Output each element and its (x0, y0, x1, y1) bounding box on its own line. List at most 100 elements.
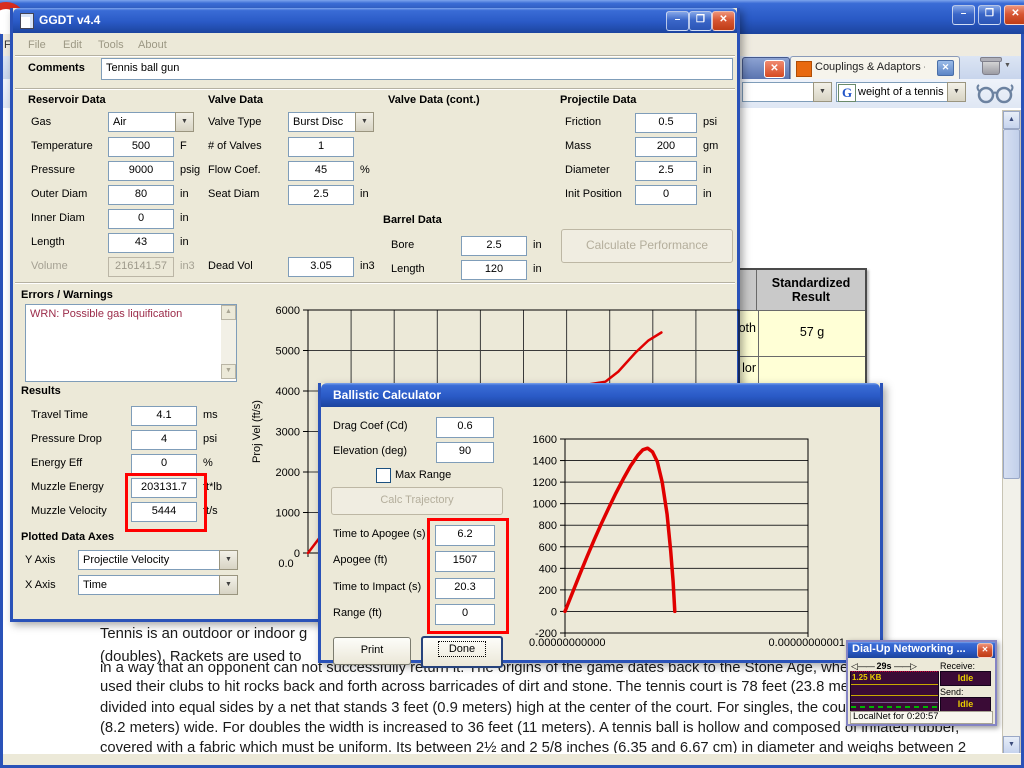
tab-close-icon[interactable]: ✕ (764, 60, 785, 78)
inner-diam-input[interactable]: 0 (108, 209, 174, 229)
address-value[interactable] (742, 82, 813, 102)
tab-close-icon[interactable]: ✕ (937, 60, 954, 76)
address-combobox[interactable]: ▼ (742, 82, 832, 102)
tab-background-fragment[interactable]: ✕ (742, 57, 790, 80)
energy-eff-unit: % (203, 457, 213, 469)
chevron-down-icon[interactable]: ▼ (219, 550, 238, 570)
pressure-drop-label: Pressure Drop (31, 433, 102, 445)
warning-message: WRN: Possible gas liquification (26, 305, 236, 320)
section-projectile-data: Projectile Data (560, 94, 636, 106)
elevation-input[interactable]: 90 (436, 442, 494, 463)
seat-diam-input[interactable]: 2.5 (288, 185, 354, 205)
menu-file[interactable]: File (28, 39, 46, 51)
ballistic-calculator-dialog: Ballistic Calculator Drag Coef (Cd) 0.6 … (318, 383, 883, 663)
browser-restore-button[interactable]: ❐ (978, 5, 1001, 25)
valve-type-value[interactable]: Burst Disc (288, 112, 355, 132)
calc-trajectory-button[interactable]: Calc Trajectory (331, 487, 503, 515)
mass-unit: gm (703, 140, 718, 152)
ggdt-minimize-button[interactable]: – (666, 11, 689, 31)
calculate-performance-button[interactable]: Calculate Performance (561, 229, 733, 263)
temperature-label: Temperature (31, 140, 93, 152)
dead-vol-input[interactable]: 3.05 (288, 257, 354, 277)
page-scrollbar[interactable]: ▲ ▼ (1002, 110, 1021, 755)
friction-unit: psi (703, 116, 717, 128)
time-scale-value: 29s (876, 661, 891, 671)
gas-combobox[interactable]: Air ▼ (108, 112, 194, 132)
drag-coef-label: Drag Coef (Cd) (333, 420, 408, 432)
flow-coef-input[interactable]: 45 (288, 161, 354, 181)
diameter-input[interactable]: 2.5 (635, 161, 697, 181)
gas-label: Gas (31, 116, 51, 128)
section-reservoir-data: Reservoir Data (28, 94, 106, 106)
range-label: Range (ft) (333, 607, 382, 619)
listbox-scrollbar[interactable]: ▲ ▼ (221, 305, 236, 379)
article-line: divided into equal sides by a net that s… (100, 700, 919, 716)
dialup-titlebar[interactable]: Dial-Up Networking ... ✕ (848, 642, 995, 658)
pressure-input[interactable]: 9000 (108, 161, 174, 181)
flow-coef-label: Flow Coef. (208, 164, 261, 176)
tab-active[interactable]: Couplings & Adaptors - P... ✕ (790, 56, 960, 79)
article-line: Tennis is an outdoor or indoor g (100, 626, 307, 642)
arrow-right-icon[interactable]: ▷ (910, 661, 917, 671)
trash-dropdown-icon[interactable]: ▼ (1004, 62, 1011, 69)
scroll-thumb[interactable] (1003, 129, 1020, 479)
chevron-down-icon[interactable]: ▼ (355, 112, 374, 132)
chevron-down-icon[interactable]: ▼ (813, 82, 832, 102)
scroll-down-icon[interactable]: ▼ (1003, 736, 1020, 754)
browser-close-button[interactable]: ✕ (1004, 5, 1024, 25)
browser-minimize-button[interactable]: – (952, 5, 975, 25)
arrow-left-icon[interactable]: ◁ (851, 661, 858, 671)
trash-button[interactable]: ▼ (980, 56, 1014, 77)
length-input[interactable]: 43 (108, 233, 174, 253)
num-valves-input[interactable]: 1 (288, 137, 354, 157)
svg-text:0.00000000000: 0.00000000000 (529, 637, 605, 649)
y-axis-combobox[interactable]: Projectile Velocity ▼ (78, 550, 238, 570)
valve-type-combobox[interactable]: Burst Disc ▼ (288, 112, 374, 132)
search-box[interactable]: G weight of a tennis ball ▼ (836, 82, 966, 102)
ggdt-maximize-button[interactable]: ❐ (689, 11, 712, 31)
barrel-length-unit: in (533, 263, 542, 275)
dialup-statusbar: LocalNet for 0:20:57 (850, 711, 993, 724)
done-button[interactable]: Done (421, 636, 503, 668)
menu-about[interactable]: About (138, 39, 167, 51)
ggdt-titlebar[interactable]: GGDT v4.4 – ❐ ✕ (13, 8, 737, 33)
comments-input[interactable]: Tennis ball gun (101, 58, 733, 80)
scroll-up-icon[interactable]: ▲ (1003, 111, 1020, 129)
energy-eff-label: Energy Eff (31, 457, 82, 469)
mass-label: Mass (565, 140, 591, 152)
dialog-titlebar[interactable]: Ballistic Calculator (321, 383, 880, 407)
menu-edit[interactable]: Edit (63, 39, 82, 51)
dialup-close-button[interactable]: ✕ (977, 643, 993, 658)
outer-diam-unit: in (180, 188, 189, 200)
ggdt-close-button[interactable]: ✕ (712, 11, 735, 31)
comments-label: Comments (28, 62, 85, 74)
temperature-input[interactable]: 500 (108, 137, 174, 157)
pressure-drop-unit: psi (203, 433, 217, 445)
chevron-down-icon[interactable]: ▼ (219, 575, 238, 595)
print-button[interactable]: Print (333, 637, 411, 665)
max-range-checkbox[interactable] (376, 468, 391, 483)
scroll-down-icon[interactable]: ▼ (221, 364, 236, 379)
tab-favicon (796, 61, 812, 77)
results-title: Results (21, 385, 61, 397)
chevron-down-icon[interactable]: ▼ (175, 112, 194, 132)
x-axis-value[interactable]: Time (78, 575, 219, 595)
trash-lid-icon (980, 57, 1002, 62)
init-position-label: Init Position (565, 188, 622, 200)
gas-value[interactable]: Air (108, 112, 175, 132)
glasses-icon[interactable] (974, 82, 1016, 106)
barrel-length-input[interactable]: 120 (461, 260, 527, 280)
y-axis-value[interactable]: Projectile Velocity (78, 550, 219, 570)
chevron-down-icon[interactable]: ▼ (947, 82, 966, 102)
scroll-up-icon[interactable]: ▲ (221, 305, 236, 320)
drag-coef-input[interactable]: 0.6 (436, 417, 494, 438)
bore-input[interactable]: 2.5 (461, 236, 527, 256)
mass-input[interactable]: 200 (635, 137, 697, 157)
init-position-input[interactable]: 0 (635, 185, 697, 205)
errors-listbox[interactable]: WRN: Possible gas liquification ▲ ▼ (25, 304, 237, 382)
friction-input[interactable]: 0.5 (635, 113, 697, 133)
pressure-unit: psig (180, 164, 200, 176)
outer-diam-input[interactable]: 80 (108, 185, 174, 205)
menu-tools[interactable]: Tools (98, 39, 124, 51)
x-axis-combobox[interactable]: Time ▼ (78, 575, 238, 595)
